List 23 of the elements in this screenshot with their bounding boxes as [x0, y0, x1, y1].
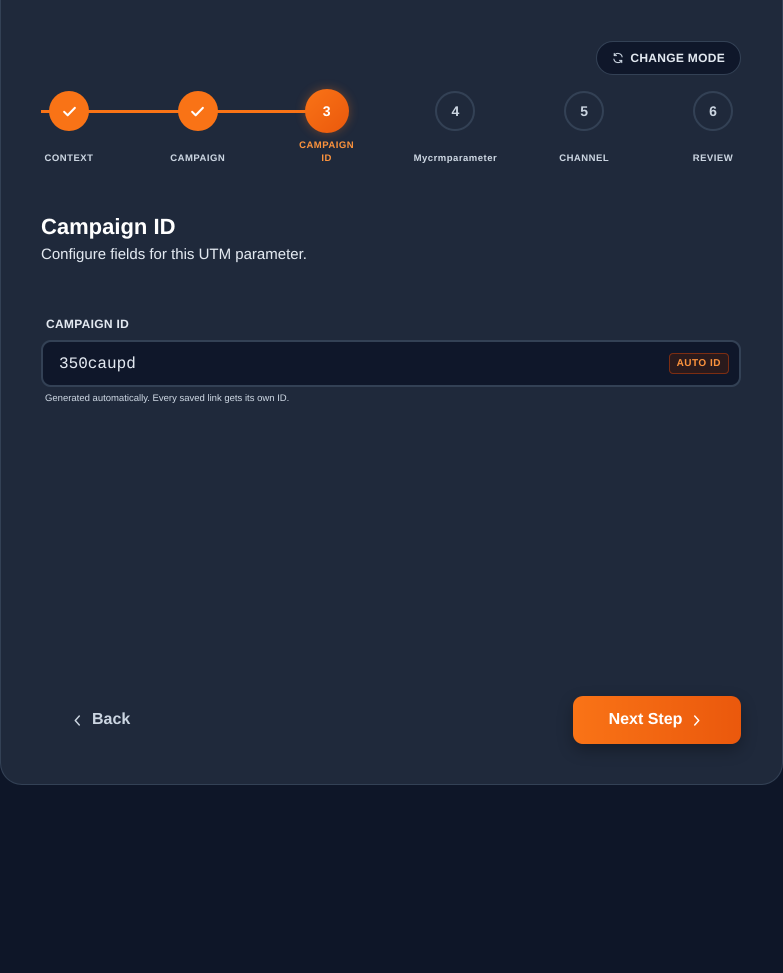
step-label: CAMPAIGN	[170, 152, 226, 165]
chevron-right-icon	[692, 714, 702, 726]
field-label: CAMPAIGN ID	[46, 316, 130, 332]
step-number-button[interactable]: 5	[564, 91, 604, 131]
step-label: REVIEW	[692, 152, 734, 165]
campaign-id-field[interactable]: 350caupd AUTO ID	[41, 340, 741, 387]
step-number-button[interactable]: 6	[692, 91, 733, 131]
section-subtitle: Configure fields for this UTM parameter.	[41, 245, 308, 265]
completed-step-button[interactable]	[49, 91, 89, 131]
step-label: CAMPAIGN ID	[299, 139, 354, 165]
section-title: Campaign ID	[41, 213, 176, 241]
chevron-left-icon	[73, 714, 82, 726]
auto-id-badge: AUTO ID	[668, 353, 729, 374]
refresh-icon	[612, 52, 624, 64]
step-label: CONTEXT	[44, 152, 94, 165]
step-number-button[interactable]: 4	[435, 91, 476, 131]
step-label: CHANNEL	[559, 152, 610, 165]
change-mode-button[interactable]: CHANGE MODE	[596, 41, 741, 75]
step-label: Mycrmparameter	[414, 152, 498, 165]
field-value: 350caupd	[59, 354, 136, 372]
completed-step-button[interactable]	[178, 91, 218, 131]
helper-text: Generated automatically. Every saved link gets its own ID.	[45, 393, 290, 404]
back-button[interactable]: Back	[61, 701, 142, 739]
